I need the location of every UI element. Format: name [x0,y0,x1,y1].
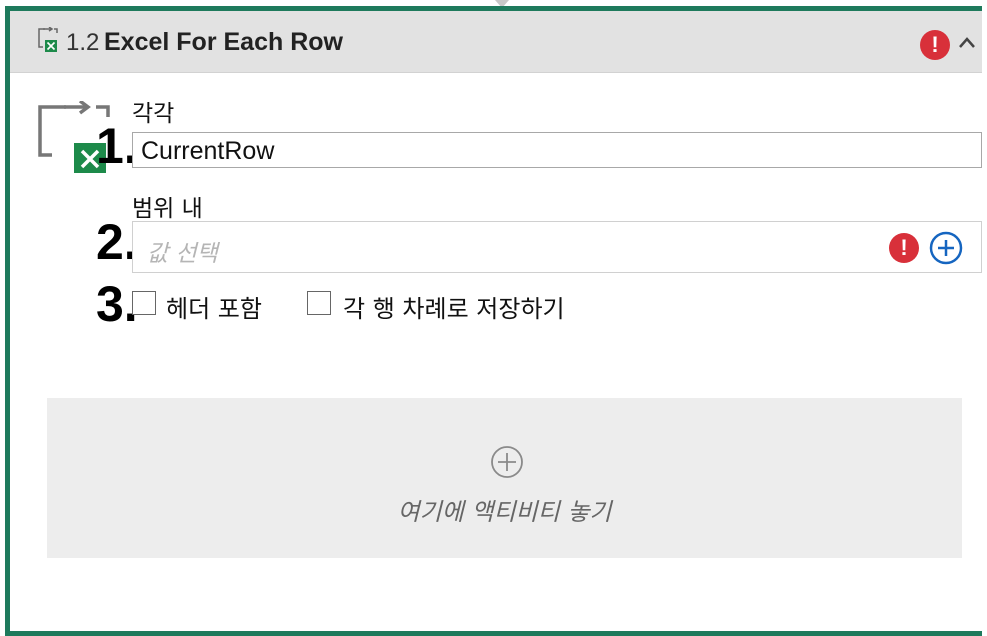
each-variable-input[interactable]: CurrentRow [132,132,982,168]
each-label: 각각 [132,101,175,127]
field-error-icon[interactable]: ! [889,233,919,263]
activity-card: 1.2 Excel For Each Row ! 각각 1. CurrentRo… [5,6,982,636]
activity-drop-zone[interactable]: 여기에 액티비티 놓기 [47,398,962,558]
save-each-row-checkbox[interactable] [307,291,331,315]
range-label: 범위 내 [132,196,203,222]
activity-title: Excel For Each Row [104,28,343,56]
activity-number: 1.2 [66,29,100,56]
include-headers-label: 헤더 포함 [166,295,262,323]
range-placeholder: 값 선택 [147,241,218,267]
excel-for-each-row-icon [37,26,59,53]
chevron-up-icon[interactable] [957,35,977,51]
drop-zone-text: 여기에 액티비티 놓기 [397,498,612,526]
range-select[interactable]: 값 선택 ! [132,221,982,273]
header-error-icon[interactable]: ! [920,30,950,60]
save-each-row-label: 각 행 차례로 저장하기 [343,295,565,323]
plus-circle-icon [489,444,525,480]
include-headers-checkbox[interactable] [132,291,156,315]
activity-header[interactable]: 1.2 Excel For Each Row ! [10,11,982,73]
plus-circle-icon[interactable] [929,231,963,265]
